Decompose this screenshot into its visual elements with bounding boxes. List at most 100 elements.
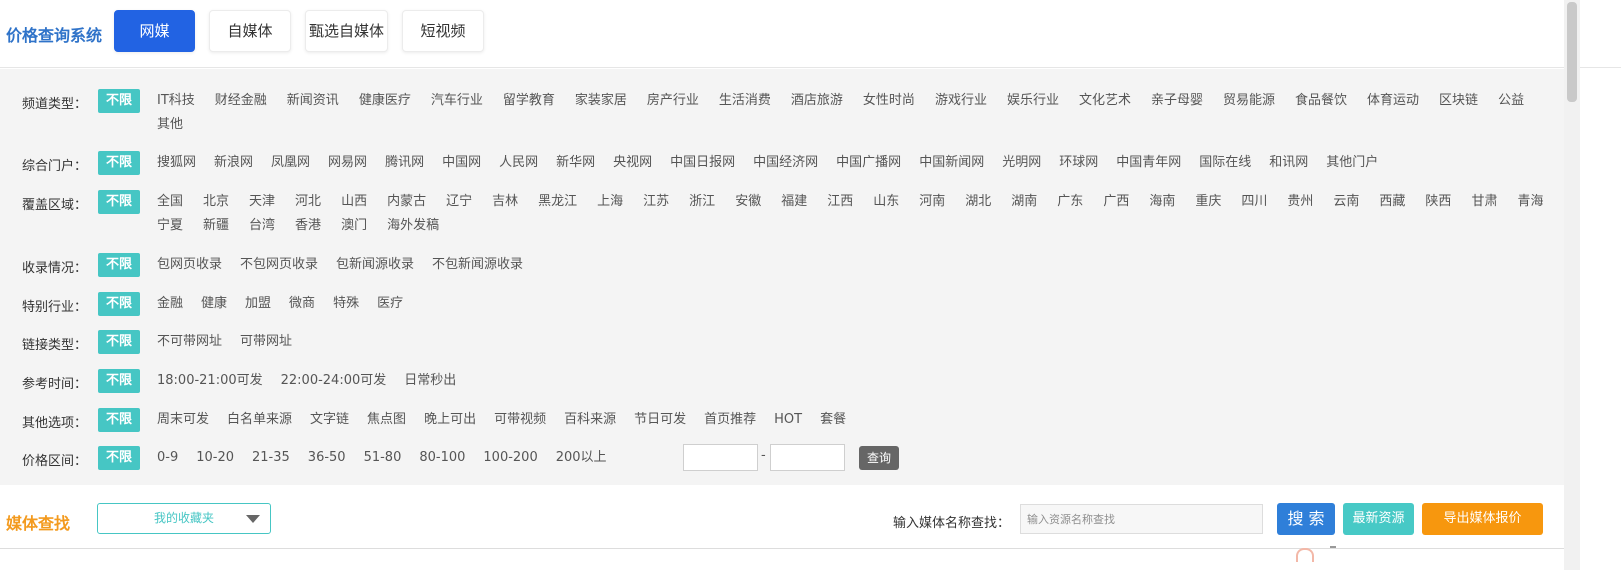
- price-max-input[interactable]: [770, 444, 845, 471]
- filter-option[interactable]: 金融: [157, 292, 183, 316]
- filter-option[interactable]: 不可带网址: [157, 330, 222, 354]
- filter-option[interactable]: 游戏行业: [935, 89, 987, 113]
- new-resources-button[interactable]: 最新资源: [1343, 503, 1414, 535]
- filter-option[interactable]: 陕西: [1425, 190, 1451, 214]
- filter-option[interactable]: 中国经济网: [753, 151, 818, 175]
- filter-option[interactable]: 吉林: [492, 190, 518, 214]
- filter-option[interactable]: 西藏: [1379, 190, 1405, 214]
- filter-option[interactable]: 日常秒出: [404, 369, 456, 393]
- filter-option[interactable]: 食品餐饮: [1295, 89, 1347, 113]
- filter-option[interactable]: 中国青年网: [1116, 151, 1181, 175]
- filter-option[interactable]: 焦点图: [367, 408, 406, 432]
- filter-option[interactable]: 福建: [781, 190, 807, 214]
- filter-option[interactable]: 中国广播网: [836, 151, 901, 175]
- unlimited-tag[interactable]: 不限: [98, 292, 140, 316]
- filter-option[interactable]: 新闻资讯: [287, 89, 339, 113]
- filter-option[interactable]: 安徽: [735, 190, 761, 214]
- filter-option[interactable]: 体育运动: [1367, 89, 1419, 113]
- filter-option[interactable]: 台湾: [249, 214, 275, 238]
- filter-option[interactable]: 包新闻源收录: [336, 253, 414, 277]
- filter-option[interactable]: 海外发稿: [387, 214, 439, 238]
- media-search-input[interactable]: [1020, 504, 1263, 534]
- filter-option[interactable]: 100-200: [483, 446, 537, 470]
- filter-option[interactable]: 娱乐行业: [1007, 89, 1059, 113]
- filter-option[interactable]: 生活消费: [719, 89, 771, 113]
- filter-option[interactable]: 文字链: [310, 408, 349, 432]
- unlimited-tag[interactable]: 不限: [98, 369, 140, 393]
- filter-option[interactable]: 腾讯网: [385, 151, 424, 175]
- filter-option[interactable]: 健康: [201, 292, 227, 316]
- filter-option[interactable]: 18:00-21:00可发: [157, 369, 263, 393]
- filter-option[interactable]: 甘肃: [1471, 190, 1497, 214]
- filter-option[interactable]: 加盟: [245, 292, 271, 316]
- filter-option[interactable]: 36-50: [308, 446, 346, 470]
- filter-option[interactable]: 浙江: [689, 190, 715, 214]
- filter-option[interactable]: 湖南: [1011, 190, 1037, 214]
- filter-option[interactable]: 其他门户: [1326, 151, 1378, 175]
- filter-option[interactable]: 贵州: [1287, 190, 1313, 214]
- filter-option[interactable]: 可带网址: [240, 330, 292, 354]
- filter-option[interactable]: 区块链: [1439, 89, 1478, 113]
- filter-option[interactable]: 节日可发: [634, 408, 686, 432]
- export-quote-button[interactable]: 导出媒体报价: [1422, 503, 1543, 535]
- filter-option[interactable]: 内蒙古: [387, 190, 426, 214]
- filter-option[interactable]: 女性时尚: [863, 89, 915, 113]
- filter-option[interactable]: 包网页收录: [157, 253, 222, 277]
- filter-option[interactable]: 网易网: [328, 151, 367, 175]
- scrollbar-thumb[interactable]: [1567, 2, 1577, 102]
- filter-option[interactable]: 80-100: [419, 446, 465, 470]
- filter-option[interactable]: 健康医疗: [359, 89, 411, 113]
- filter-option[interactable]: 四川: [1241, 190, 1267, 214]
- price-query-button[interactable]: 查询: [859, 446, 900, 470]
- filter-option[interactable]: 首页推荐: [704, 408, 756, 432]
- filter-option[interactable]: 新疆: [203, 214, 229, 238]
- filter-option[interactable]: 河南: [919, 190, 945, 214]
- filter-option[interactable]: 光明网: [1002, 151, 1041, 175]
- filter-option[interactable]: 21-35: [252, 446, 290, 470]
- filter-option[interactable]: 其他: [157, 113, 183, 137]
- favorites-dropdown[interactable]: 我的收藏夹: [97, 503, 271, 534]
- unlimited-tag[interactable]: 不限: [98, 151, 140, 175]
- filter-option[interactable]: 文化艺术: [1079, 89, 1131, 113]
- filter-option[interactable]: 香港: [295, 214, 321, 238]
- unlimited-tag[interactable]: 不限: [98, 89, 140, 113]
- filter-option[interactable]: 重庆: [1195, 190, 1221, 214]
- filter-option[interactable]: 医疗: [377, 292, 403, 316]
- filter-option[interactable]: 辽宁: [446, 190, 472, 214]
- filter-option[interactable]: IT科技: [157, 89, 195, 113]
- filter-option[interactable]: 中国网: [442, 151, 481, 175]
- tab-web-media[interactable]: 网媒: [114, 10, 195, 52]
- filter-option[interactable]: 环球网: [1059, 151, 1098, 175]
- filter-option[interactable]: 可带视频: [494, 408, 546, 432]
- filter-option[interactable]: 宁夏: [157, 214, 183, 238]
- filter-option[interactable]: 200以上: [556, 446, 607, 470]
- filter-option[interactable]: 山东: [873, 190, 899, 214]
- filter-option[interactable]: 公益: [1498, 89, 1524, 113]
- filter-option[interactable]: 广东: [1057, 190, 1083, 214]
- filter-option[interactable]: 不包新闻源收录: [432, 253, 523, 277]
- filter-option[interactable]: 澳门: [341, 214, 367, 238]
- filter-option[interactable]: 新华网: [556, 151, 595, 175]
- filter-option[interactable]: 房产行业: [647, 89, 699, 113]
- tab-selected-self-media[interactable]: 甄选自媒体: [305, 10, 388, 52]
- filter-option[interactable]: HOT: [774, 408, 802, 432]
- filter-option[interactable]: 亲子母婴: [1151, 89, 1203, 113]
- filter-option[interactable]: 白名单来源: [227, 408, 292, 432]
- filter-option[interactable]: 中国日报网: [670, 151, 735, 175]
- filter-option[interactable]: 10-20: [196, 446, 234, 470]
- unlimited-tag[interactable]: 不限: [98, 446, 140, 470]
- filter-option[interactable]: 晚上可出: [424, 408, 476, 432]
- search-button[interactable]: 搜 索: [1277, 503, 1335, 535]
- unlimited-tag[interactable]: 不限: [98, 330, 140, 354]
- filter-option[interactable]: 新浪网: [214, 151, 253, 175]
- tab-self-media[interactable]: 自媒体: [209, 10, 291, 52]
- filter-option[interactable]: 黑龙江: [538, 190, 577, 214]
- filter-option[interactable]: 51-80: [364, 446, 402, 470]
- filter-option[interactable]: 和讯网: [1269, 151, 1308, 175]
- filter-option[interactable]: 套餐: [820, 408, 846, 432]
- filter-option[interactable]: 贸易能源: [1223, 89, 1275, 113]
- unlimited-tag[interactable]: 不限: [98, 408, 140, 432]
- filter-option[interactable]: 0-9: [157, 446, 178, 470]
- filter-option[interactable]: 周末可发: [157, 408, 209, 432]
- price-min-input[interactable]: [683, 444, 758, 471]
